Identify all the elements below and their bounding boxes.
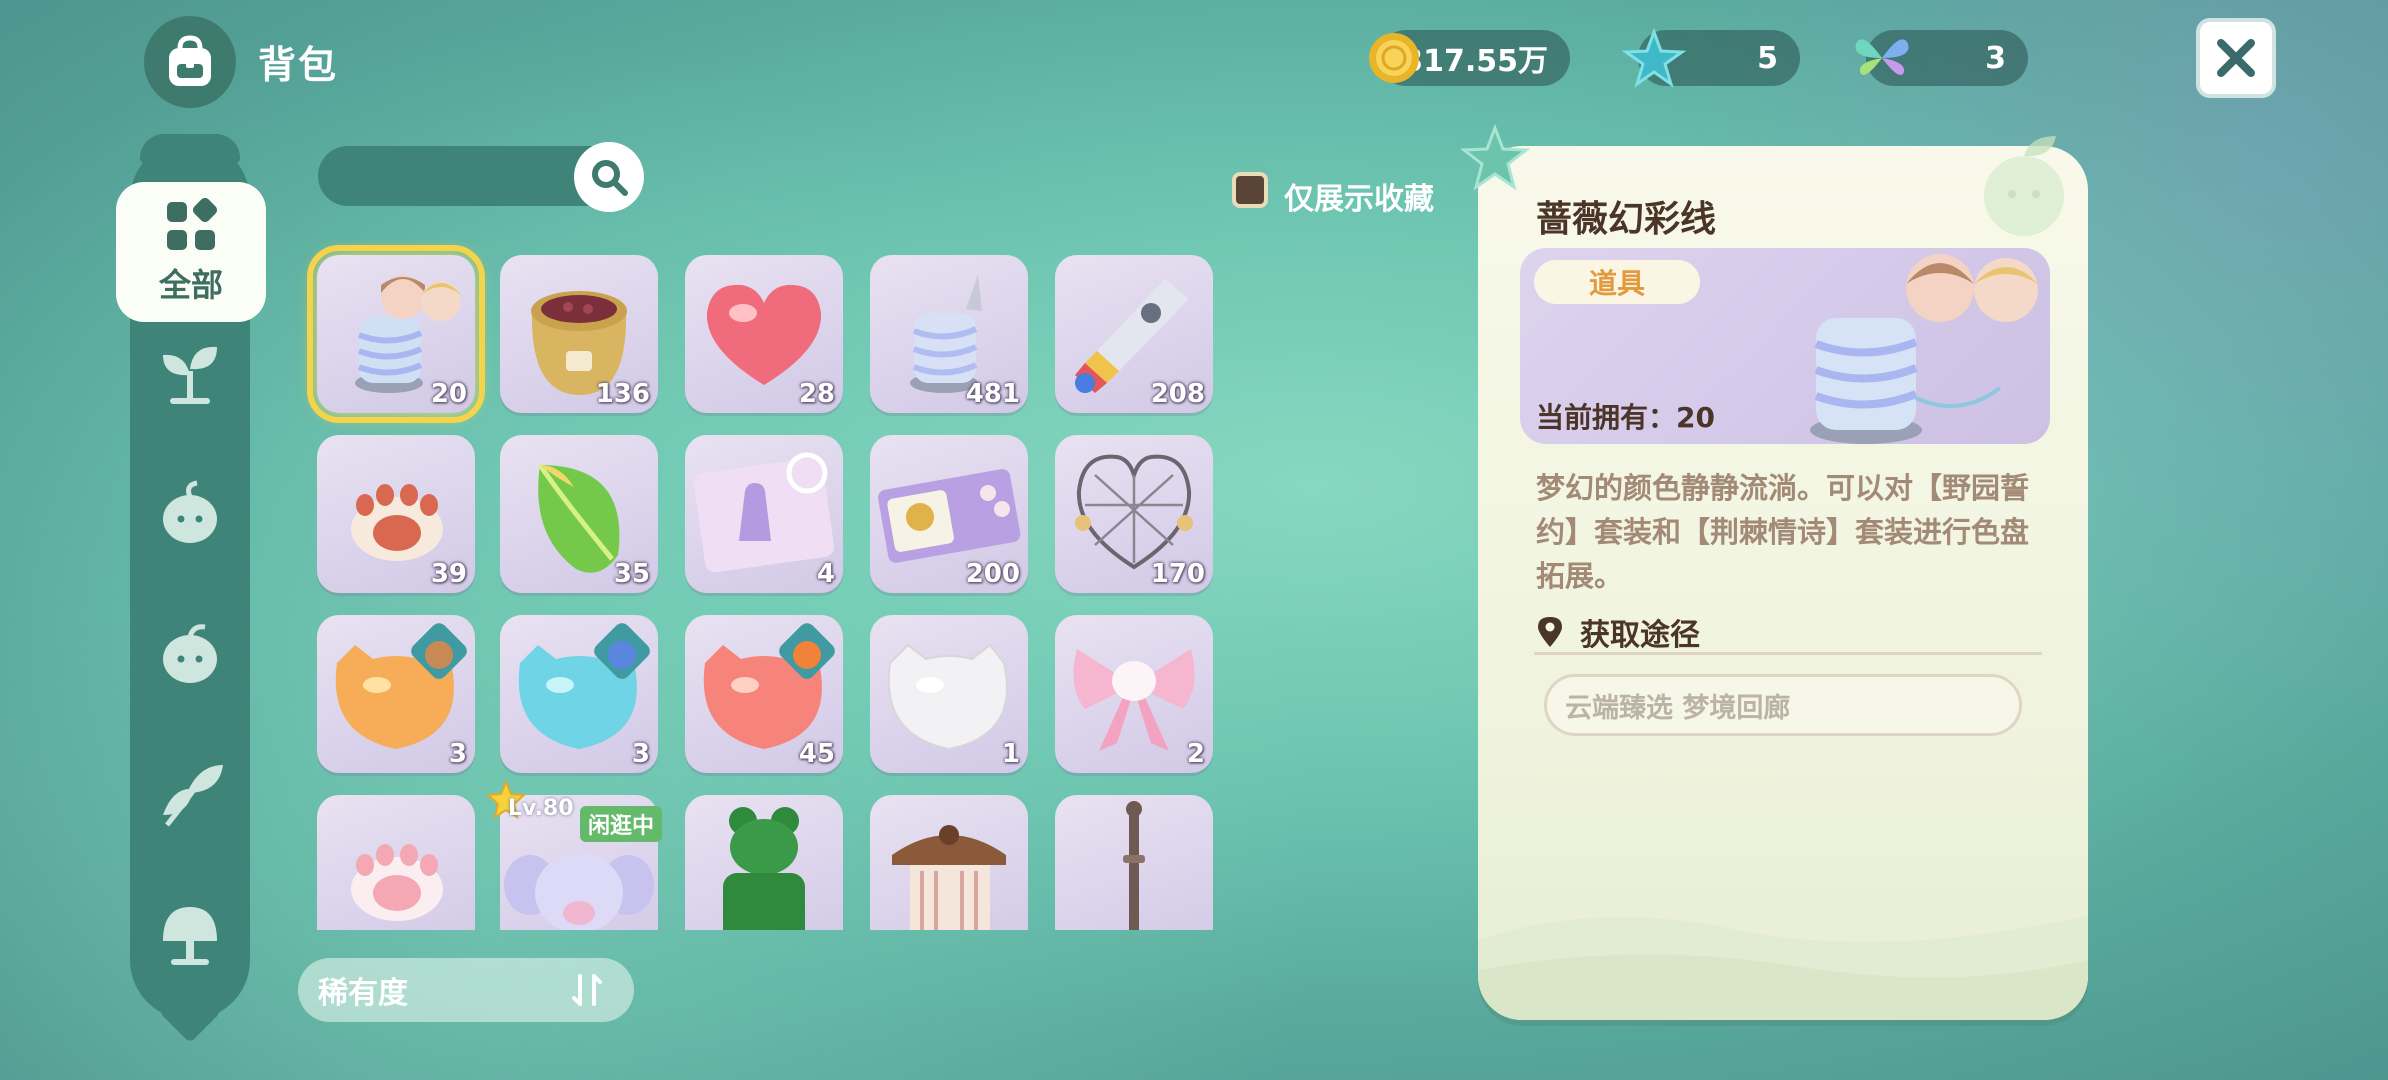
inventory-item-towel-rack[interactable] (870, 795, 1028, 930)
inventory-item-pink-bow[interactable]: 2 (1055, 615, 1213, 773)
item-count: 4 (816, 559, 835, 589)
inventory-item-lamp-post[interactable] (1055, 795, 1213, 930)
sidebar-item-label: 全部 (158, 266, 223, 304)
topiary-icon (723, 807, 805, 930)
item-count: 39 (430, 559, 467, 589)
item-count: 35 (613, 559, 650, 589)
inventory-item-paw-stamp[interactable]: 39 (317, 435, 475, 593)
source-link[interactable]: 云端臻选 梦境回廊 (1544, 674, 2022, 736)
sort-icon (572, 974, 602, 1006)
item-count: 20 (430, 379, 467, 409)
divider (1534, 652, 2042, 655)
inventory-item-outfit-ticket[interactable]: 4 (685, 435, 843, 593)
gold-coin-icon (1369, 33, 1419, 83)
item-count: 28 (798, 379, 835, 409)
towel-rack-icon (892, 825, 1006, 930)
panel-decor-hills (1478, 916, 2088, 1020)
leaf-bud-icon (163, 765, 223, 827)
item-count: 481 (965, 379, 1020, 409)
item-count: 3 (631, 739, 650, 769)
close-icon (2217, 39, 2255, 77)
sidebar-item-all[interactable]: 全部 (116, 182, 266, 322)
butterfly-value: 3 (1985, 40, 2006, 76)
inventory-grid: 20 136 28 481 208 39 35 4 200 170 3 3 45… (300, 240, 1230, 930)
item-count: 136 (595, 379, 650, 409)
item-count: 1 (1001, 739, 1020, 769)
fruit-decor-icon (1984, 136, 2064, 236)
inventory-item-blue-cat-jelly[interactable]: 3 (500, 615, 658, 773)
pet-status-badge: 闲逛中 (580, 806, 663, 842)
item-owned-count: 当前拥有：20 (1536, 401, 1715, 434)
item-count: 45 (798, 739, 835, 769)
location-pin-icon (1538, 617, 1562, 647)
backpack-badge (144, 16, 236, 108)
star-decor-icon (1460, 124, 1530, 191)
inventory-item-seed-sack[interactable]: 136 (500, 255, 658, 413)
butterfly-counter: 3 (1855, 30, 2028, 86)
item-count: 170 (1150, 559, 1205, 589)
grid-icon (167, 198, 218, 250)
star-gem-icon (1621, 27, 1687, 88)
source-section-title: 获取途径 (1536, 610, 1700, 654)
butterfly-icon (1855, 39, 1909, 75)
inventory-item-rose-thread[interactable]: 20 (307, 245, 485, 423)
inventory-item-topiary[interactable] (685, 795, 843, 930)
inventory-item-gift-coupon[interactable]: 200 (870, 435, 1028, 593)
inventory-item-heart-cage[interactable]: 170 (1055, 435, 1213, 593)
pet-level-badge: Lv.80 (508, 796, 574, 821)
tree-icon (163, 907, 217, 965)
item-type-badge: 道具 (1534, 260, 1700, 304)
inventory-item-paint-tube[interactable]: 208 (1055, 255, 1213, 413)
search-icon (592, 160, 628, 196)
sidebar-item-round-plant[interactable] (152, 476, 228, 552)
backpack-icon (169, 35, 211, 86)
sidebar-item-leaf-bud[interactable] (152, 758, 228, 834)
inventory-item-green-leaf[interactable]: 35 (500, 435, 658, 593)
favorites-only-checkbox[interactable] (1232, 172, 1268, 208)
star-value: 5 (1757, 40, 1778, 76)
sidebar-item-fruit[interactable] (152, 616, 228, 692)
item-description: 梦幻的颜色静静流淌。可以对【野园誓约】套装和【荆棘情诗】套装进行色盘拓展。 (1536, 471, 2030, 593)
item-count: 3 (448, 739, 467, 769)
inventory-item-thread-spool[interactable]: 481 (870, 255, 1028, 413)
sidebar-item-tree[interactable] (152, 898, 228, 974)
fruit-icon (163, 624, 217, 683)
source-title-text: 获取途径 (1580, 618, 1700, 653)
sidebar-item-sprout[interactable] (152, 334, 228, 410)
paw-icon (351, 844, 443, 921)
star-counter: 5 (1621, 27, 1800, 88)
inventory-item-pink-paw[interactable] (317, 795, 475, 930)
inventory-item-white-cat-jelly[interactable]: 1 (870, 615, 1028, 773)
source-link-text: 云端臻选 梦境回廊 (1565, 692, 1791, 724)
inventory-item-orange-cat-jelly[interactable]: 3 (317, 615, 475, 773)
sort-dropdown[interactable]: 稀有度 (298, 958, 634, 1022)
round-plant-icon (163, 480, 217, 543)
item-detail-name: 蔷薇幻彩线 (1536, 199, 1717, 240)
item-count: 200 (965, 559, 1020, 589)
favorites-only-label: 仅展示收藏 (1284, 182, 1434, 217)
page-title: 背包 (258, 43, 339, 87)
sort-label: 稀有度 (318, 976, 408, 1011)
sprout-icon (163, 346, 217, 404)
item-count: 2 (1186, 739, 1205, 769)
lamp-icon (1123, 801, 1145, 930)
item-count: 208 (1150, 379, 1205, 409)
coin-counter: 317.55万 (1369, 30, 1570, 86)
search-button[interactable] (574, 142, 644, 212)
inventory-item-red-cat-jelly[interactable]: 45 (685, 615, 843, 773)
inventory-item-heart[interactable]: 28 (685, 255, 843, 413)
close-button[interactable] (2196, 18, 2276, 98)
